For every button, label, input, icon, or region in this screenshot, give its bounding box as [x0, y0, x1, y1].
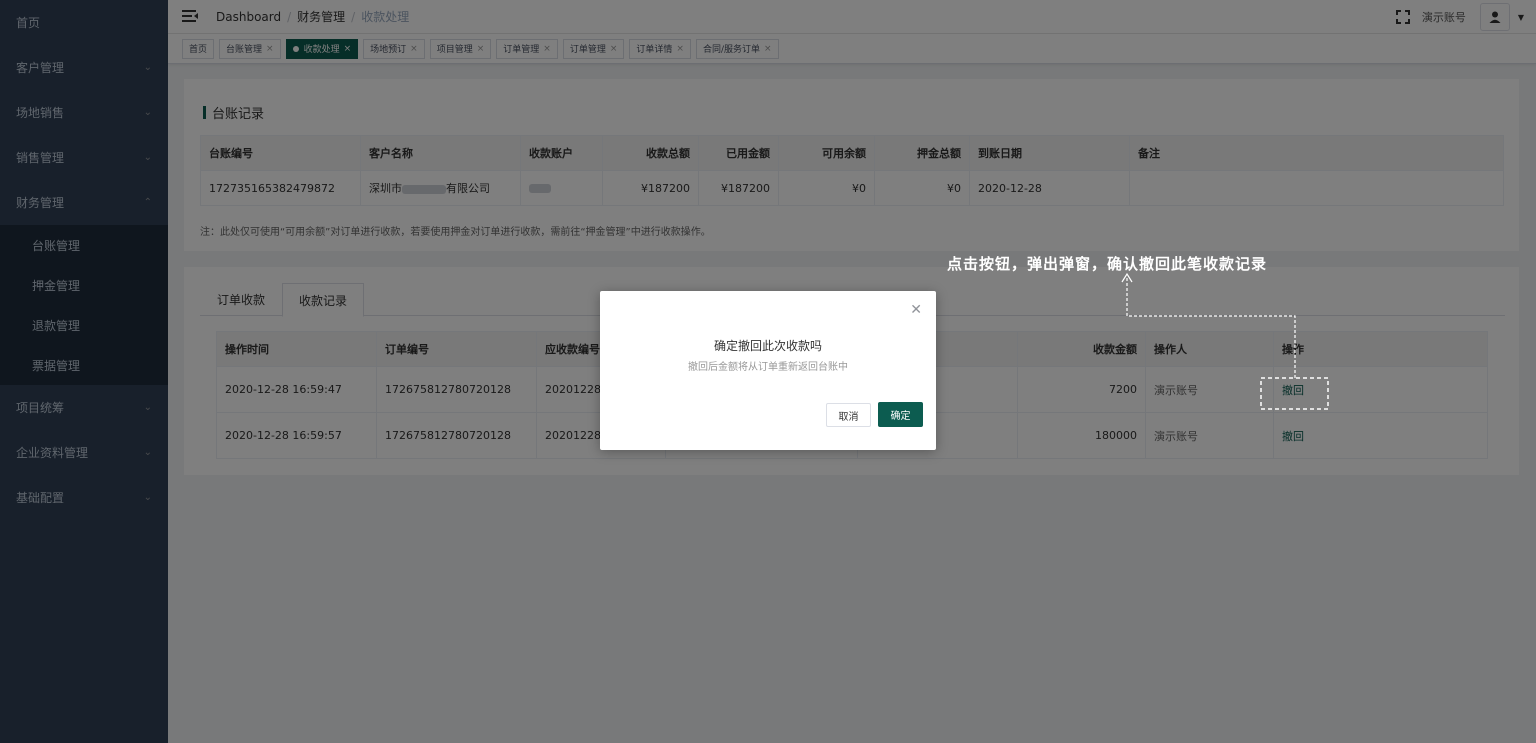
annotation-text: 点击按钮，弹出弹窗，确认撤回此笔收款记录: [947, 255, 1268, 273]
confirm-button[interactable]: 确定: [878, 402, 923, 427]
close-icon[interactable]: ✕: [910, 302, 922, 318]
dialog-title: 确定撤回此次收款吗: [713, 339, 822, 353]
dialog-message: 撤回后金额将从订单重新返回台账中: [688, 362, 848, 373]
cancel-button[interactable]: 取消: [826, 403, 871, 427]
confirm-dialog: ✕ 确定撤回此次收款吗 撤回后金额将从订单重新返回台账中 取消 确定: [600, 291, 936, 450]
